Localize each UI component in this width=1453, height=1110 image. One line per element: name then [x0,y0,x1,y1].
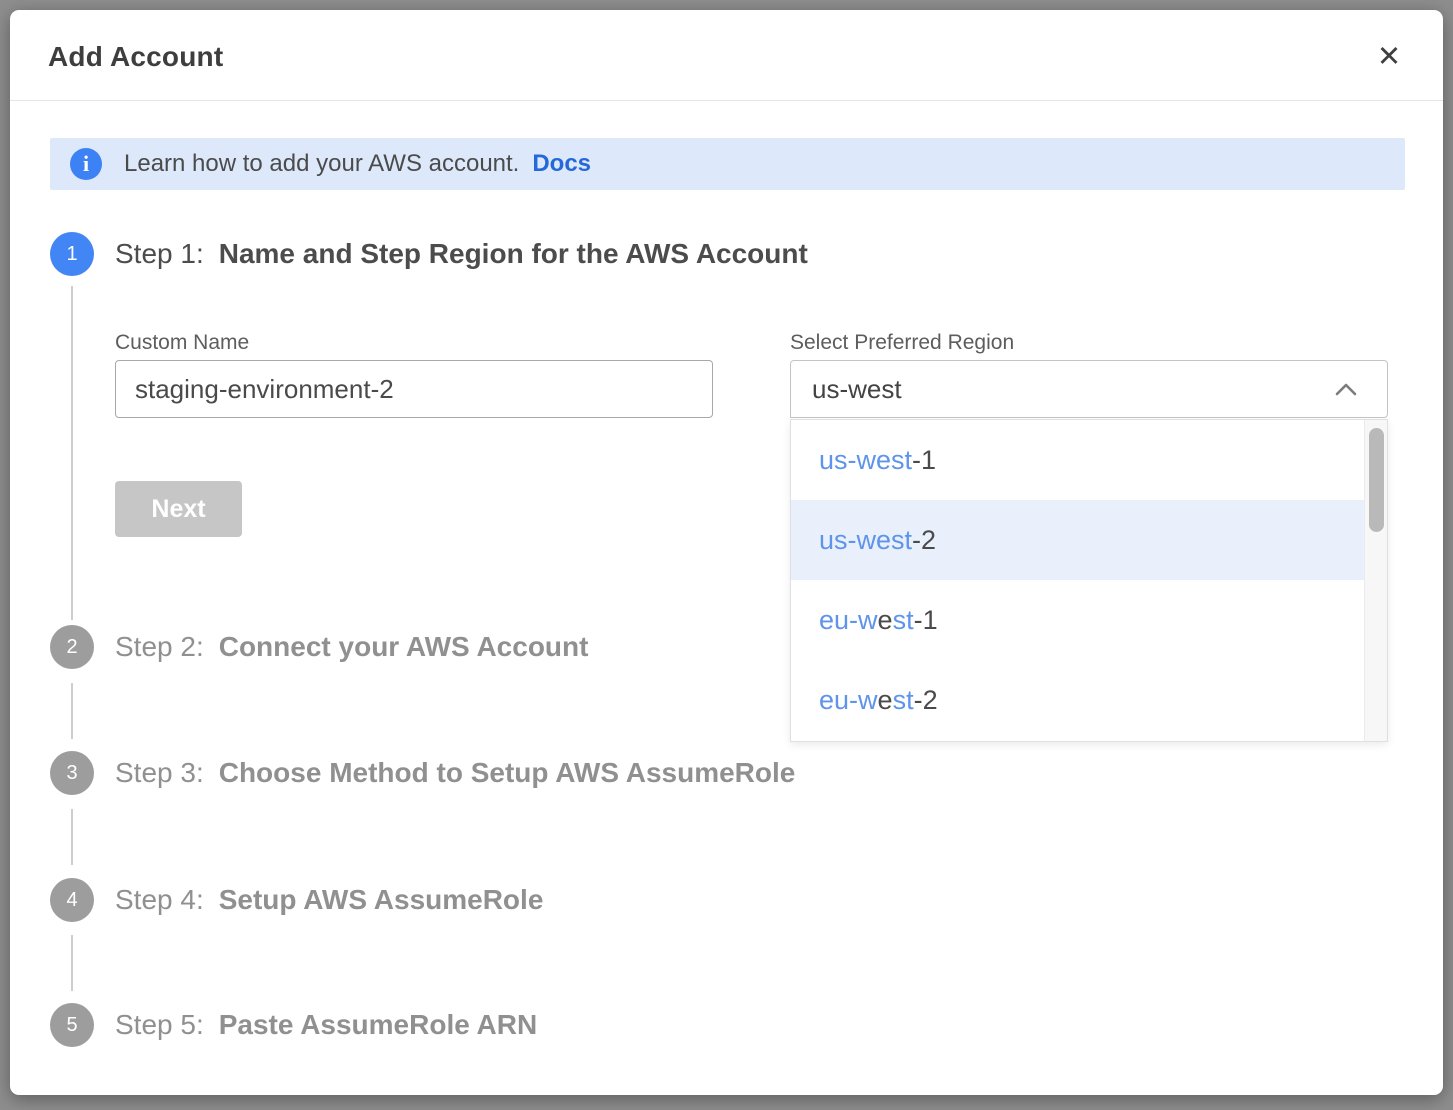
chevron-up-icon [1332,378,1360,407]
step-1-title: Step 1: Name and Step Region for the AWS … [115,238,808,270]
option-text-segment: e [878,605,893,636]
step-connector-1-2 [71,286,73,620]
region-option-eu-west-2[interactable]: eu-west-2 [791,660,1364,740]
option-text-segment: st [893,685,914,716]
custom-name-input[interactable] [115,360,713,418]
step-2-prefix: Step 2: [115,631,204,662]
step-4-circle: 4 [50,878,94,922]
step-3-name: Choose Method to Setup AWS AssumeRole [219,757,796,788]
step-connector-4-5 [71,935,73,991]
step-connector-2-3 [71,683,73,739]
dropdown-scrollbar-track[interactable] [1364,420,1387,741]
step-3-number: 3 [66,762,77,785]
step-2-name: Connect your AWS Account [219,631,589,662]
region-option-eu-west-1[interactable]: eu-west-1 [791,580,1364,660]
step-2-circle: 2 [50,625,94,669]
info-icon: i [70,148,102,180]
step-1-prefix: Step 1: [115,238,204,269]
step-2-number: 2 [66,636,77,659]
step-1-name: Name and Step Region for the AWS Account [219,238,808,269]
step-5-name: Paste AssumeRole ARN [219,1009,537,1040]
step-5-prefix: Step 5: [115,1009,204,1040]
option-text-segment: eu-w [819,685,878,716]
option-text-segment: -2 [914,685,938,716]
region-option-list: us-west-1us-west-2eu-west-1eu-west-2 [791,420,1364,741]
banner-text: Learn how to add your AWS account. [124,150,519,178]
option-text-segment: st [893,605,914,636]
dropdown-scrollbar-thumb[interactable] [1369,428,1384,532]
option-text-segment: -2 [912,525,936,556]
region-combobox-value: us-west [812,374,902,405]
option-text-segment: us-west [819,445,912,476]
option-text-segment: -1 [914,605,938,636]
option-text-segment: eu-w [819,605,878,636]
step-4-name: Setup AWS AssumeRole [219,884,544,915]
modal-title: Add Account [48,41,223,73]
step-5-title: Step 5: Paste AssumeRole ARN [115,1009,537,1041]
option-text-segment: us-west [819,525,912,556]
region-dropdown: us-west-1us-west-2eu-west-1eu-west-2 [790,419,1388,742]
custom-name-label: Custom Name [115,331,249,355]
next-button[interactable]: Next [115,481,242,537]
header-divider [10,100,1443,101]
close-icon[interactable]: ✕ [1369,36,1409,76]
step-5-circle: 5 [50,1003,94,1047]
region-option-us-west-1[interactable]: us-west-1 [791,420,1364,500]
region-option-us-west-2[interactable]: us-west-2 [791,500,1364,580]
region-label: Select Preferred Region [790,331,1014,355]
step-3-prefix: Step 3: [115,757,204,788]
step-connector-3-4 [71,809,73,865]
step-3-circle: 3 [50,751,94,795]
step-5-number: 5 [66,1014,77,1037]
add-account-modal: Add Account ✕ i Learn how to add your AW… [10,10,1443,1095]
step-3-title: Step 3: Choose Method to Setup AWS Assume… [115,757,795,789]
info-banner: i Learn how to add your AWS account. Doc… [50,138,1405,190]
step-4-prefix: Step 4: [115,884,204,915]
step-1-circle: 1 [50,232,94,276]
option-text-segment: -1 [912,445,936,476]
step-4-number: 4 [66,889,77,912]
region-combobox[interactable]: us-west [790,360,1388,418]
step-4-title: Step 4: Setup AWS AssumeRole [115,884,543,916]
step-2-title: Step 2: Connect your AWS Account [115,631,588,663]
option-text-segment: e [878,685,893,716]
docs-link[interactable]: Docs [532,150,591,178]
step-1-number: 1 [66,243,77,266]
